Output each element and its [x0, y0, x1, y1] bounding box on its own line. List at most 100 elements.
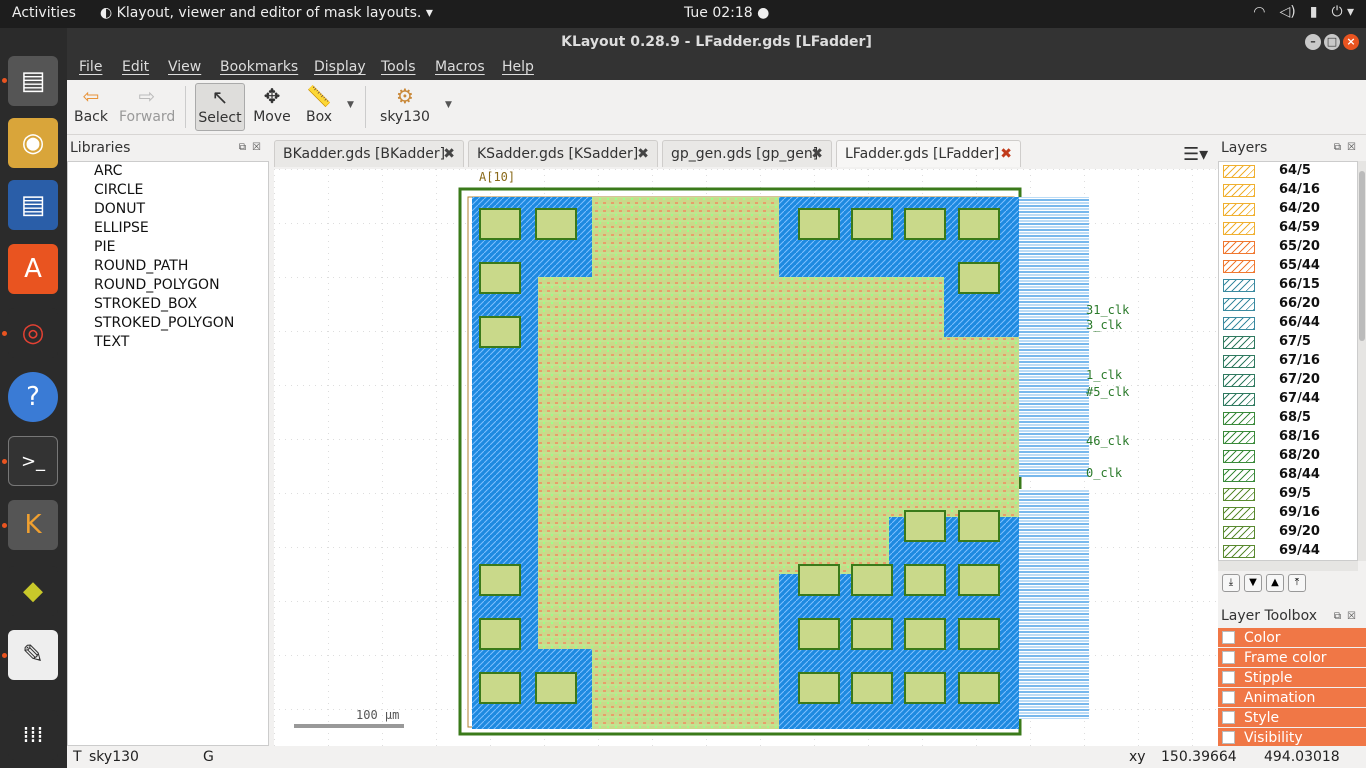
menu-help[interactable]: Help [502, 59, 534, 75]
klayout-icon[interactable]: K [8, 500, 58, 550]
layer-row[interactable]: 64/59 [1219, 219, 1357, 238]
terminal-icon[interactable]: >_ [8, 436, 58, 486]
tab-list-menu-icon[interactable]: ☰▾ [1183, 144, 1208, 165]
move-up-icon[interactable]: ▲ [1266, 574, 1284, 592]
technology-button[interactable]: ⚙ sky130 [379, 83, 431, 131]
files-icon[interactable]: ▤ [8, 56, 58, 106]
layer-row[interactable]: 67/20 [1219, 371, 1357, 390]
layout-canvas[interactable]: A[10] 31_clk 3_clk 1_clk #5_clk 46_clk 0… [274, 169, 1218, 746]
toolbox-frame-color[interactable]: Frame color [1218, 648, 1366, 668]
tab-lfadder[interactable]: LFadder.gds [LFadder] ✖ [836, 140, 1021, 167]
library-item[interactable]: CIRCLE [68, 181, 268, 200]
close-button[interactable]: × [1343, 34, 1359, 50]
library-item[interactable]: PIE [68, 238, 268, 257]
menu-file[interactable]: File [79, 59, 102, 75]
panel-float-close-icons[interactable]: ⧉☒ [239, 142, 267, 153]
layer-row[interactable]: 64/5 [1219, 162, 1357, 181]
layer-row[interactable]: 65/44 [1219, 257, 1357, 276]
minimize-button[interactable]: – [1305, 34, 1321, 50]
panel-float-close-icons[interactable]: ⧉☒ [1334, 611, 1362, 622]
layer-row[interactable]: 68/16 [1219, 428, 1357, 447]
layer-row[interactable]: 69/16 [1219, 504, 1357, 523]
libraries-list[interactable]: ARC CIRCLE DONUT ELLIPSE PIE ROUND_PATH … [67, 161, 269, 746]
layers-list[interactable]: 64/5 64/16 64/20 64/59 65/20 65/44 66/15 66/20 6… [1218, 161, 1358, 561]
library-item[interactable]: ROUND_PATH [68, 257, 268, 276]
writer-icon[interactable]: ▤ [8, 180, 58, 230]
move-to-bottom-icon[interactable]: ⤓ [1222, 574, 1240, 592]
menu-macros[interactable]: Macros [435, 59, 485, 75]
activities-button[interactable]: Activities [12, 5, 76, 21]
toolbox-style[interactable]: Style [1218, 708, 1366, 728]
layer-row[interactable]: 67/16 [1219, 352, 1357, 371]
layers-scrollbar[interactable] [1358, 161, 1366, 561]
layer-row[interactable]: 68/20 [1219, 447, 1357, 466]
checkbox[interactable] [1222, 651, 1235, 664]
layout-drawing[interactable]: A[10] 31_clk 3_clk 1_clk #5_clk 46_clk 0… [274, 169, 1218, 746]
rhythmbox-icon[interactable]: ◉ [8, 118, 58, 168]
menu-display[interactable]: Display [314, 59, 366, 75]
library-item[interactable]: STROKED_POLYGON [68, 314, 268, 333]
layer-row[interactable]: 65/20 [1219, 238, 1357, 257]
menu-tools[interactable]: Tools [381, 59, 416, 75]
library-item[interactable]: STROKED_BOX [68, 295, 268, 314]
checkbox[interactable] [1222, 631, 1235, 644]
layer-row[interactable]: 67/44 [1219, 390, 1357, 409]
back-button[interactable]: ⇦ Back [73, 83, 109, 131]
menu-view[interactable]: View [168, 59, 201, 75]
layer-row[interactable]: 66/20 [1219, 295, 1357, 314]
xilinx-icon[interactable]: ◆ [8, 566, 58, 616]
box-tool-button[interactable]: 📏 Box [301, 83, 337, 131]
checkbox[interactable] [1222, 671, 1235, 684]
library-item[interactable]: DONUT [68, 200, 268, 219]
close-tab-icon[interactable]: ✖ [811, 141, 823, 167]
text-editor-icon[interactable]: ✎ [8, 630, 58, 680]
help-icon[interactable]: ? [8, 372, 58, 422]
move-to-top-icon[interactable]: ⤒ [1288, 574, 1306, 592]
layer-row[interactable]: 64/20 [1219, 200, 1357, 219]
close-tab-icon[interactable]: ✖ [1000, 141, 1012, 167]
system-tray[interactable]: ◠ ◁) ▮ ⏻ ▾ [1253, 4, 1354, 20]
layer-row[interactable]: 69/5 [1219, 485, 1357, 504]
tab-ksadder[interactable]: KSadder.gds [KSadder] ✖ [468, 140, 658, 167]
layer-row[interactable]: 67/5 [1219, 333, 1357, 352]
app-menu[interactable]: ◐ Klayout, viewer and editor of mask lay… [100, 5, 433, 21]
checkbox[interactable] [1222, 691, 1235, 704]
select-tool-button[interactable]: ↖ Select [195, 83, 245, 131]
library-item[interactable]: ROUND_POLYGON [68, 276, 268, 295]
close-tab-icon[interactable]: ✖ [443, 141, 455, 167]
box-dropdown-arrow[interactable]: ▼ [347, 100, 354, 110]
chrome-icon[interactable]: ◎ [8, 308, 58, 358]
library-item[interactable]: ELLIPSE [68, 219, 268, 238]
layer-row[interactable]: 66/15 [1219, 276, 1357, 295]
panel-float-close-icons[interactable]: ⧉☒ [1334, 142, 1362, 153]
library-item[interactable]: ARC [68, 162, 268, 181]
apps-grid-icon[interactable]: ⁞⁞⁞ [8, 710, 58, 760]
layer-row[interactable]: 68/44 [1219, 466, 1357, 485]
library-item[interactable]: TEXT [68, 333, 268, 352]
software-center-icon[interactable]: A [8, 244, 58, 294]
layer-row[interactable]: 68/5 [1219, 409, 1357, 428]
tab-bkadder[interactable]: BKadder.gds [BKadder] ✖ [274, 140, 464, 167]
layer-row[interactable]: 69/44 [1219, 542, 1357, 560]
tab-gp-gen[interactable]: gp_gen.gds [gp_gen] ✖ [662, 140, 832, 167]
toolbox-color[interactable]: Color [1218, 628, 1366, 648]
clock[interactable]: Tue 02:18 ● [684, 5, 769, 21]
toolbox-stipple[interactable]: Stipple [1218, 668, 1366, 688]
checkbox[interactable] [1222, 711, 1235, 724]
layer-row[interactable]: 64/16 [1219, 181, 1357, 200]
layer-row[interactable]: 69/20 [1219, 523, 1357, 542]
checkbox[interactable] [1222, 731, 1235, 744]
close-tab-icon[interactable]: ✖ [637, 141, 649, 167]
scrollbar-thumb[interactable] [1359, 171, 1365, 341]
maximize-button[interactable]: □ [1324, 34, 1340, 50]
move-tool-button[interactable]: ✥ Move [251, 83, 293, 131]
toolbox-animation[interactable]: Animation [1218, 688, 1366, 708]
technology-dropdown-arrow[interactable]: ▼ [445, 100, 452, 110]
layers-horizontal-scrollbar[interactable] [1218, 561, 1358, 571]
forward-button[interactable]: ⇨ Forward [119, 83, 175, 131]
menu-bookmarks[interactable]: Bookmarks [220, 59, 298, 75]
move-down-icon[interactable]: ▼ [1244, 574, 1262, 592]
menu-edit[interactable]: Edit [122, 59, 149, 75]
layer-row[interactable]: 66/44 [1219, 314, 1357, 333]
toolbox-visibility[interactable]: Visibility [1218, 728, 1366, 748]
